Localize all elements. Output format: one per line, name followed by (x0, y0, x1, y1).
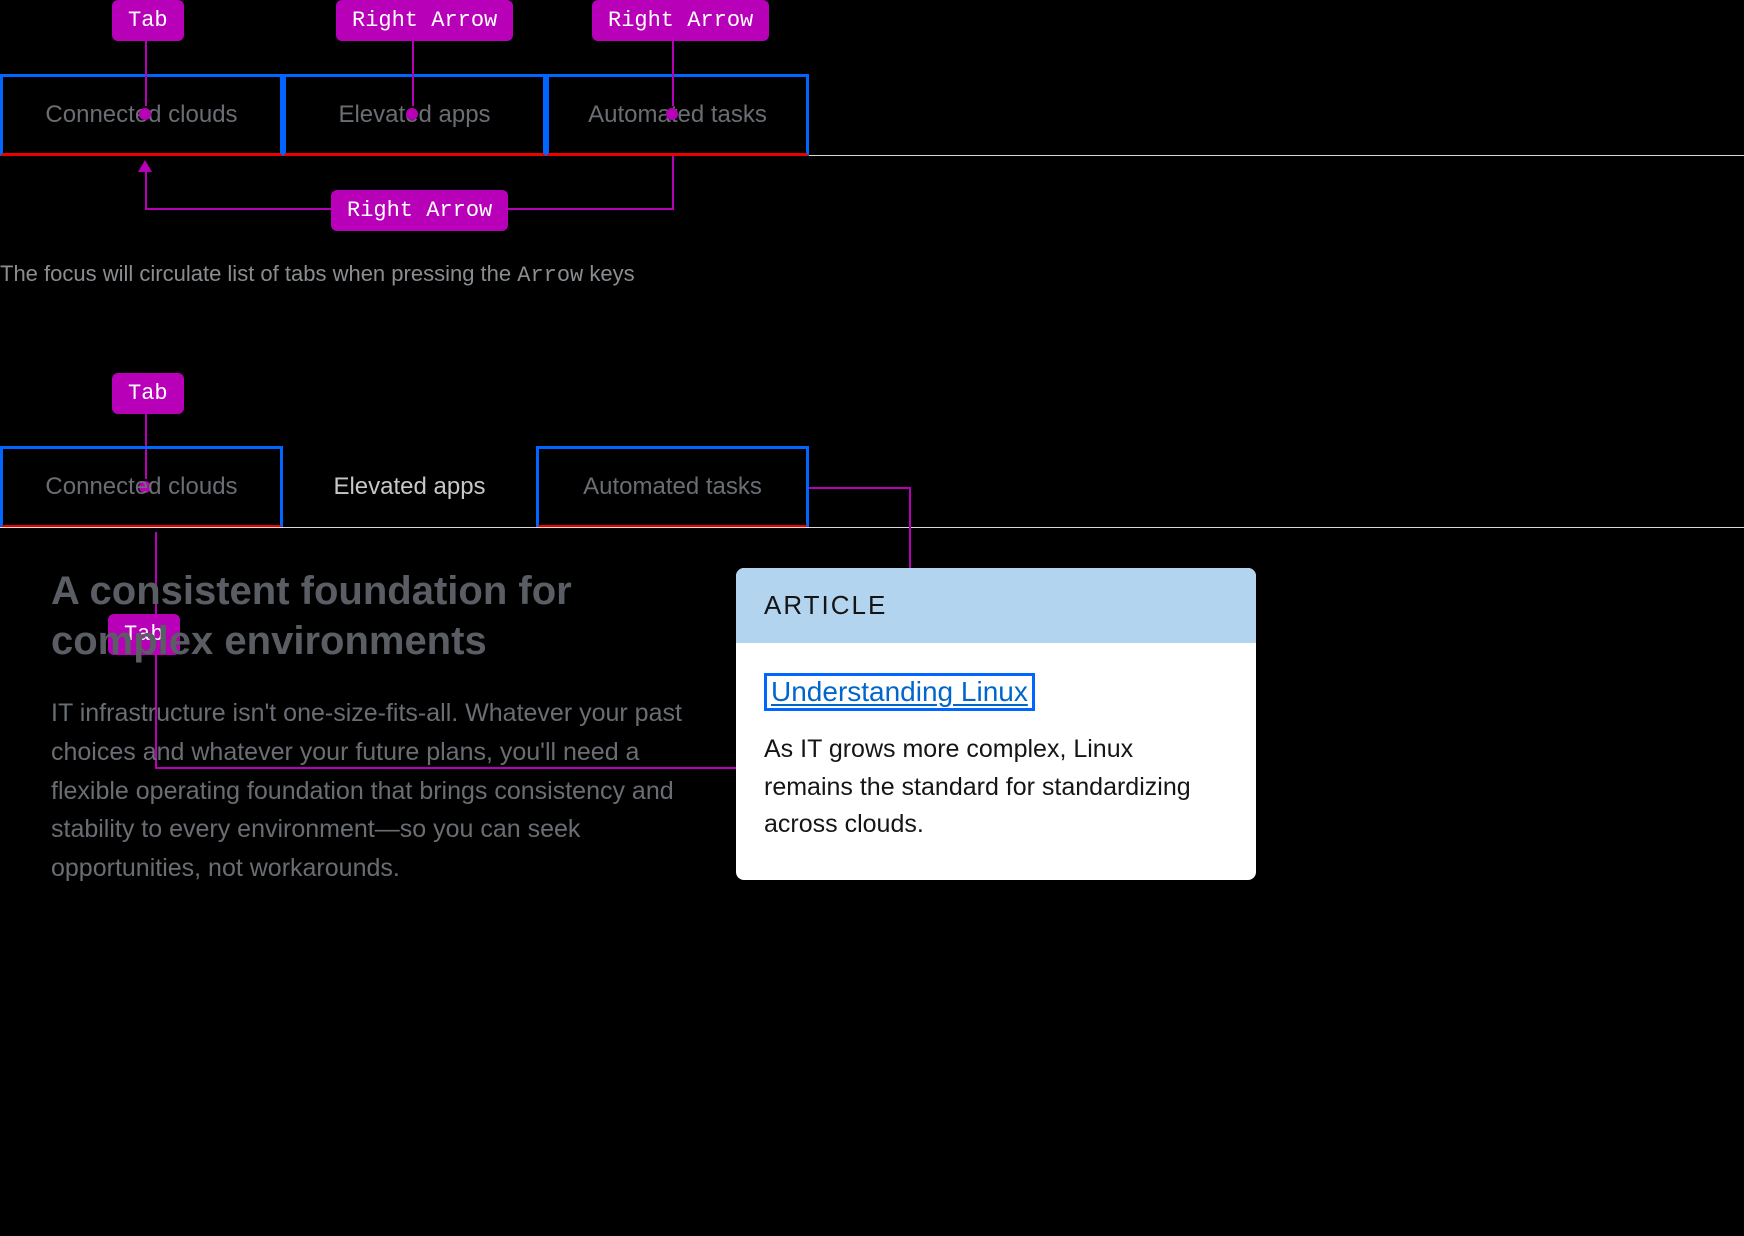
connector (145, 172, 147, 210)
annotation-right-arrow: Right Arrow (592, 0, 769, 41)
connector (672, 40, 674, 106)
annotation-right-arrow: Right Arrow (336, 0, 513, 41)
divider (809, 155, 1744, 156)
content-body: IT infrastructure isn't one-size-fits-al… (51, 694, 691, 888)
caption-post: keys (583, 261, 634, 286)
annotation-tab-label-2: Tab (112, 373, 184, 414)
connector (145, 40, 147, 106)
tab-connected-clouds-2[interactable]: Connected clouds (0, 446, 283, 528)
card-desc: As IT grows more complex, Linux remains … (764, 731, 1228, 844)
tab-label: Automated tasks (583, 473, 762, 501)
annotation-tab-label: Tab (112, 0, 184, 41)
connector (809, 487, 909, 489)
connector-dot (139, 108, 151, 120)
tab-elevated-apps-2[interactable]: Elevated apps (283, 446, 536, 528)
annotation-right-arrow-wrap: Right Arrow (331, 190, 508, 231)
article-card: ARTICLE Understanding Linux As IT grows … (736, 568, 1256, 880)
connector (497, 208, 672, 210)
caption: The focus will circulate list of tabs wh… (0, 261, 635, 288)
connector-dot (406, 108, 418, 120)
divider (0, 527, 1744, 528)
connector (145, 208, 331, 210)
connector-dot (666, 108, 678, 120)
connector (412, 40, 414, 106)
card-link[interactable]: Understanding Linux (764, 673, 1035, 711)
arrowhead-icon (138, 160, 152, 172)
caption-pre: The focus will circulate list of tabs wh… (0, 261, 517, 286)
card-eyebrow: ARTICLE (736, 568, 1256, 643)
tab-label: Elevated apps (333, 473, 485, 501)
caption-key: Arrow (517, 263, 583, 288)
tab-automated-tasks-2[interactable]: Automated tasks (536, 446, 809, 528)
tab-label: Connected clouds (45, 473, 237, 501)
connector (672, 156, 674, 210)
content-heading: A consistent foundation for complex envi… (51, 566, 711, 666)
